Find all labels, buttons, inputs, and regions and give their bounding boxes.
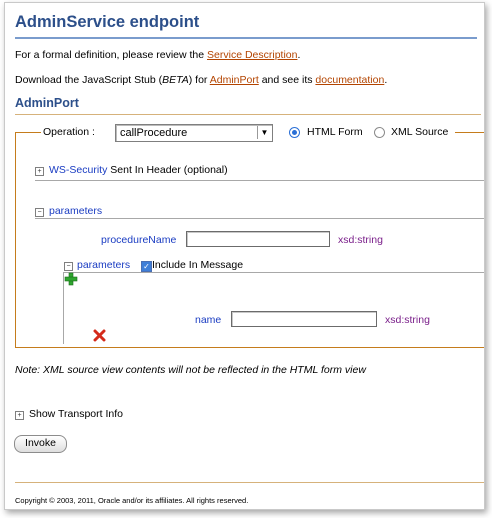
xml-source-radio[interactable] (374, 127, 385, 138)
plus-icon (64, 272, 78, 286)
name-type: xsd:string (385, 314, 430, 326)
name-input[interactable] (231, 311, 377, 327)
xml-note: Note: XML source view contents will not … (15, 364, 366, 376)
xml-source-label: XML Source (391, 126, 449, 138)
chevron-down-icon: ▼ (257, 126, 271, 139)
operation-select[interactable]: callProcedure ▼ (115, 124, 273, 142)
stub-line: Download the JavaScript Stub (BETA) for … (15, 74, 387, 86)
fieldset-border-top-left (15, 132, 41, 133)
ws-security-link[interactable]: WS-Security (49, 164, 107, 176)
remove-icon[interactable] (93, 329, 106, 342)
procedure-name-input[interactable] (186, 231, 330, 247)
parameters-label: parameters (49, 205, 103, 217)
port-title: AdminPort (15, 94, 481, 115)
stub-suffix: . (384, 74, 388, 86)
stub-prefix: Download the JavaScript Stub ( (15, 74, 163, 86)
expand-plus-icon[interactable]: + (15, 411, 24, 420)
footer-divider (15, 482, 484, 483)
fieldset-border-bottom (15, 347, 484, 348)
show-transport-label[interactable]: Show Transport Info (29, 408, 123, 420)
security-row: WS-Security Sent In Header (optional) (49, 164, 228, 176)
red-x-icon (93, 329, 106, 342)
include-in-message-label: Include In Message (152, 259, 244, 271)
expand-plus-icon[interactable]: + (35, 167, 44, 176)
add-icon[interactable] (64, 272, 78, 286)
fieldset-border-top-right (455, 132, 484, 133)
browser-window: AdminService endpoint For a formal defin… (4, 2, 485, 510)
operation-select-value: callProcedure (120, 127, 188, 139)
nested-parameters-divider (63, 272, 484, 273)
security-divider (35, 180, 484, 181)
html-form-label: HTML Form (307, 126, 363, 138)
security-label: Sent In Header (optional) (110, 164, 228, 176)
name-label: name (195, 314, 222, 326)
procedure-name-label: procedureName (101, 234, 177, 246)
parameters-divider (35, 218, 484, 219)
documentation-link[interactable]: documentation (315, 74, 384, 86)
procedure-name-type: xsd:string (338, 234, 383, 246)
definition-suffix: . (297, 49, 301, 61)
fieldset-border-left (15, 132, 16, 347)
stub-for: ) for (188, 74, 208, 86)
collapse-minus-icon[interactable]: − (35, 208, 44, 217)
service-description-link[interactable]: Service Description (207, 49, 297, 61)
html-form-radio[interactable] (289, 127, 300, 138)
footer-copyright: Copyright © 2003, 2011, Oracle and/or it… (15, 496, 249, 505)
invoke-button[interactable]: Invoke (14, 435, 67, 453)
definition-prefix: For a formal definition, please review t… (15, 49, 205, 61)
definition-line: For a formal definition, please review t… (15, 49, 300, 61)
stub-beta: BETA (162, 74, 189, 86)
nested-parameters-label: parameters (77, 259, 131, 271)
adminport-stub-link[interactable]: AdminPort (210, 74, 259, 86)
page-title: AdminService endpoint (15, 9, 477, 39)
operation-label: Operation : (43, 126, 95, 138)
collapse-minus-icon[interactable]: − (64, 262, 73, 271)
include-in-message-checkbox[interactable]: ✓ (141, 261, 152, 272)
stub-mid: and see its (261, 74, 313, 86)
